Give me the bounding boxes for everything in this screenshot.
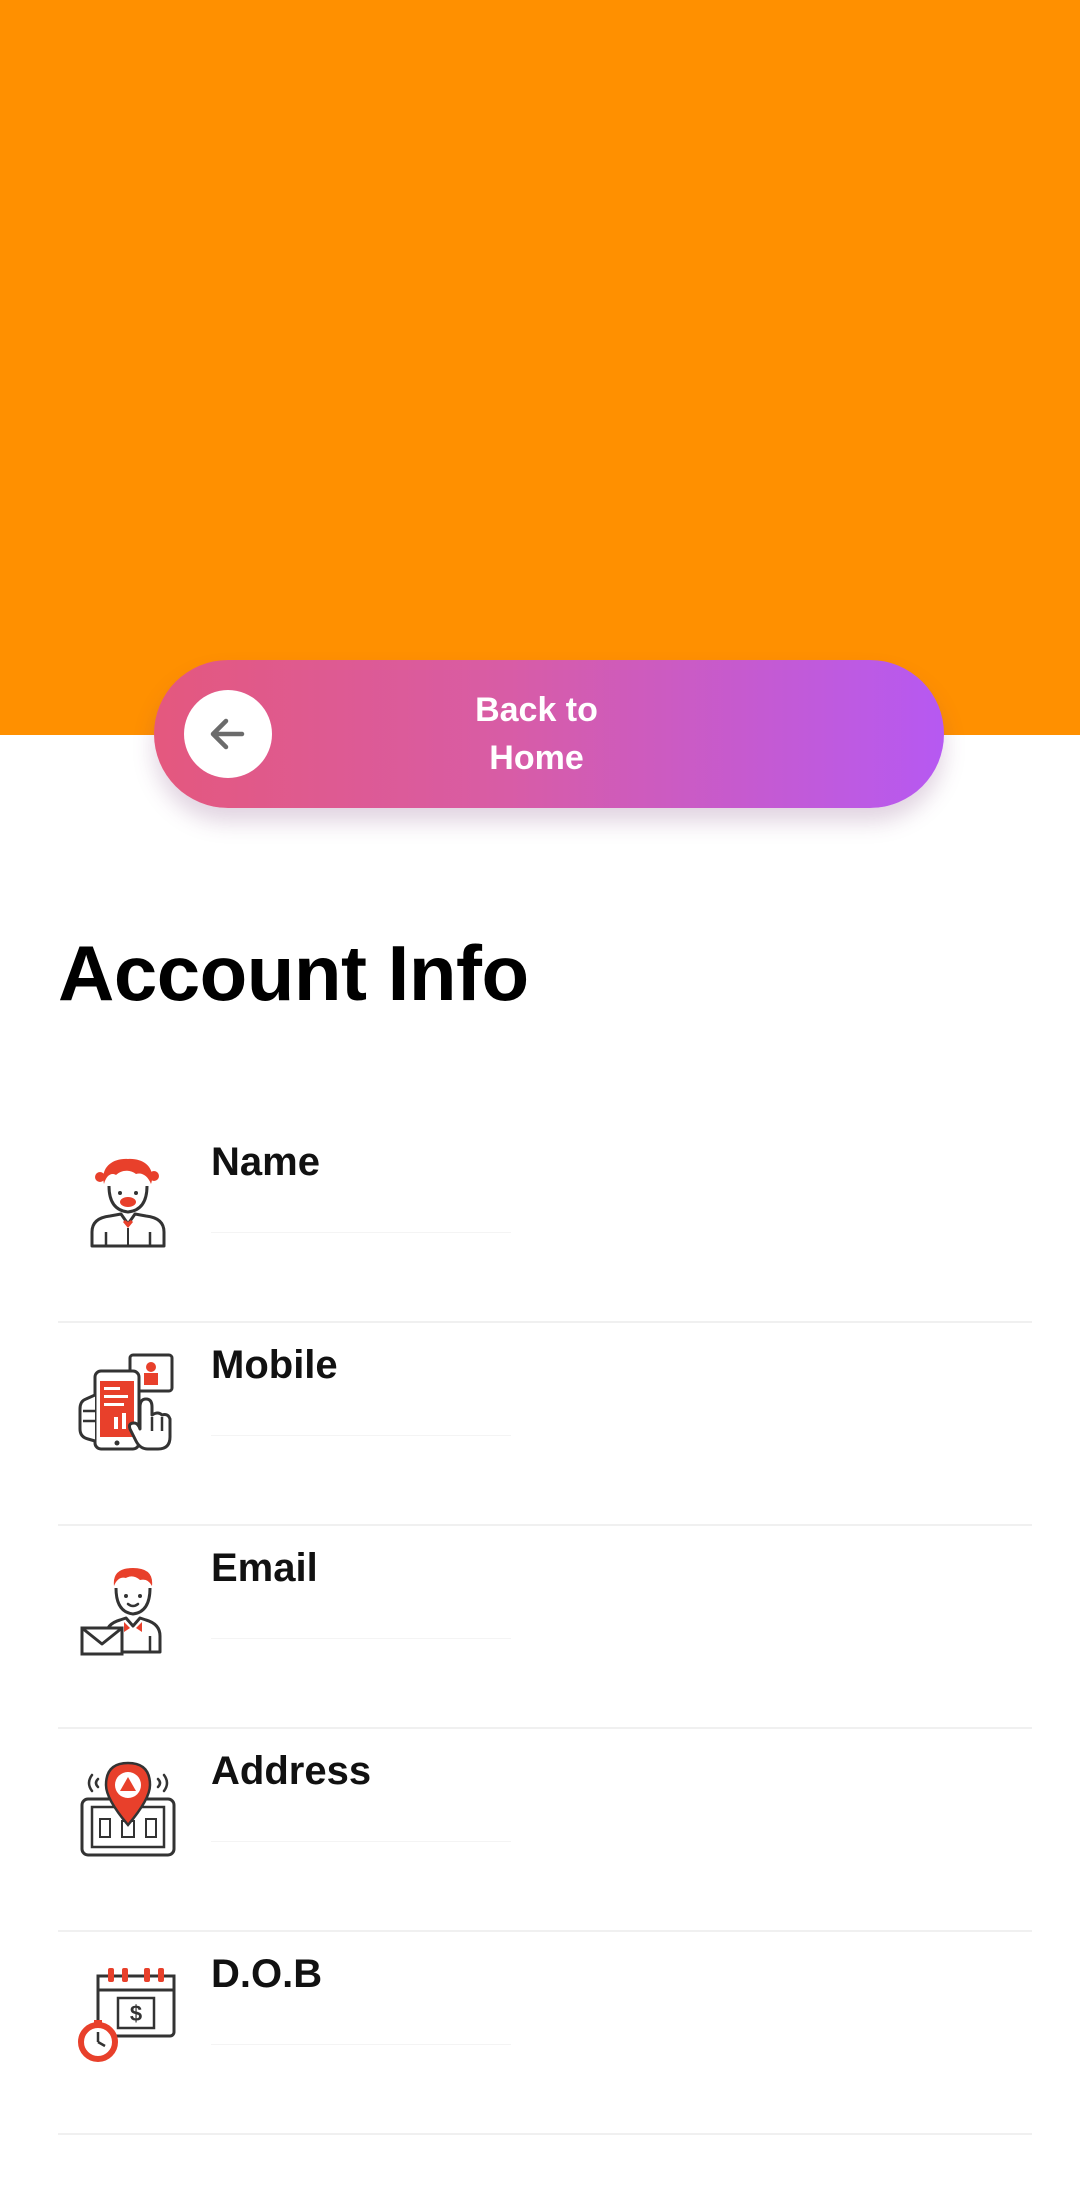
name-label: Name bbox=[211, 1140, 320, 1184]
address-label: Address bbox=[211, 1749, 372, 1793]
arrow-left-icon bbox=[210, 718, 245, 750]
info-row-email[interactable]: Email bbox=[58, 1526, 1032, 1729]
email-label: Email bbox=[211, 1546, 318, 1590]
info-row-mobile[interactable]: Mobile bbox=[58, 1323, 1032, 1526]
mobile-value bbox=[211, 1407, 511, 1436]
info-row-name[interactable]: Name bbox=[58, 1120, 1032, 1323]
dob-label: D.O.B bbox=[211, 1952, 323, 1996]
back-to-home-label: Back to Home bbox=[475, 691, 598, 777]
svg-text:$: $ bbox=[130, 2001, 142, 2026]
address-value bbox=[211, 1813, 511, 1842]
name-value bbox=[211, 1204, 511, 1233]
email-value bbox=[211, 1610, 511, 1639]
account-info-list: Name Mobile Email Address $ D.O.B bbox=[58, 1120, 1032, 2135]
back-to-home-button[interactable]: Back to Home bbox=[154, 660, 944, 808]
mobile-label: Mobile bbox=[211, 1343, 338, 1387]
mobile-phone-icon bbox=[78, 1353, 174, 1451]
dob-value bbox=[211, 2016, 511, 2045]
back-circle[interactable] bbox=[184, 690, 272, 778]
location-pin-icon bbox=[80, 1761, 176, 1857]
calendar-clock-icon: $ bbox=[78, 1968, 176, 2062]
page-title: Account Info bbox=[58, 929, 529, 1017]
person-avatar-icon bbox=[90, 1158, 166, 1248]
header-banner bbox=[0, 0, 1080, 735]
info-row-address[interactable]: Address bbox=[58, 1729, 1032, 1932]
info-row-dob[interactable]: $ D.O.B bbox=[58, 1932, 1032, 2135]
person-email-icon bbox=[80, 1568, 162, 1656]
